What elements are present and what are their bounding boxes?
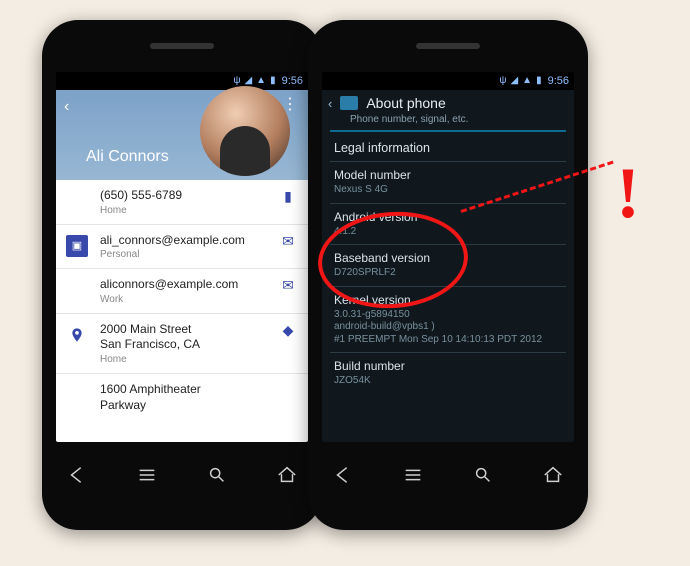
statusbar: ψ ◢ ▲ ▮ 9:56 <box>56 72 308 90</box>
home-button-icon[interactable] <box>539 461 567 489</box>
about-phone-icon <box>340 96 358 110</box>
signal-icon: ◢ <box>244 76 252 86</box>
soft-buttons <box>308 442 588 508</box>
blank-icon <box>66 384 88 406</box>
settings-label: Build number <box>334 359 564 373</box>
settings-panel[interactable]: ‹ About phone Phone number, signal, etc.… <box>322 90 574 442</box>
search-button-icon[interactable] <box>203 461 231 489</box>
settings-item-legal[interactable]: Legal information <box>322 135 574 161</box>
row-secondary: Personal <box>100 249 278 260</box>
usb-icon: ψ <box>233 76 240 86</box>
contact-row-phone[interactable]: (650) 555-6789 Home ▮ <box>56 180 308 224</box>
row-secondary: Home <box>100 354 278 365</box>
battery-icon: ▮ <box>536 76 542 86</box>
settings-header[interactable]: ‹ About phone <box>322 90 574 114</box>
row-primary: ali_connors@example.com <box>100 233 278 249</box>
row-primary-line2: San Francisco, CA <box>100 337 278 353</box>
settings-value: D720SPRLF2 <box>334 267 564 280</box>
settings-value: 4.1.2 <box>334 226 564 239</box>
signal-icon: ◢ <box>510 76 518 86</box>
phone-earpiece-area <box>308 20 588 72</box>
blank-icon <box>66 279 88 301</box>
settings-item-android-version[interactable]: Android version 4.1.2 <box>322 204 574 245</box>
settings-label: Kernel version <box>334 293 564 307</box>
row-primary: 2000 Main Street <box>100 322 278 338</box>
contact-row-address[interactable]: 2000 Main Street San Francisco, CA Home … <box>56 313 308 373</box>
settings-item-kernel[interactable]: Kernel version 3.0.31-g5894150 android-b… <box>322 287 574 353</box>
chevron-left-icon[interactable]: ‹ <box>328 96 332 111</box>
row-primary-line2: Parkway <box>100 398 278 414</box>
settings-label: Android version <box>334 210 564 224</box>
contact-row-email-personal[interactable]: ▣ ali_connors@example.com Personal ✉ <box>56 224 308 269</box>
settings-value: JZO54K <box>334 375 564 388</box>
contact-card-icon: ▣ <box>66 235 88 257</box>
search-button-icon[interactable] <box>469 461 497 489</box>
settings-label: Legal information <box>334 141 564 155</box>
phone-earpiece-area <box>42 20 322 72</box>
phone-icon <box>66 190 88 212</box>
row-secondary: Work <box>100 294 278 305</box>
contact-row-email-work[interactable]: aliconnors@example.com Work ✉ <box>56 268 308 313</box>
home-button-icon[interactable] <box>273 461 301 489</box>
screen-right: ψ ◢ ▲ ▮ 9:56 ‹ About phone Phone number,… <box>322 72 574 442</box>
settings-item-build[interactable]: Build number JZO54K <box>322 353 574 394</box>
row-primary: aliconnors@example.com <box>100 277 278 293</box>
settings-item-baseband[interactable]: Baseband version D720SPRLF2 <box>322 245 574 286</box>
settings-label: Baseband version <box>334 251 564 265</box>
battery-icon: ▮ <box>270 76 276 86</box>
directions-icon[interactable]: ◆ <box>278 322 298 339</box>
soft-buttons <box>42 442 322 508</box>
screen-left: ψ ◢ ▲ ▮ 9:56 ‹ ✎ ⋮ Ali Connors (650) 555… <box>56 72 308 442</box>
sms-icon[interactable]: ▮ <box>278 188 298 205</box>
menu-button-icon[interactable] <box>133 461 161 489</box>
contact-photo <box>200 86 290 176</box>
contact-row-address-2[interactable]: 1600 Amphitheater Parkway <box>56 373 308 421</box>
wifi-icon: ▲ <box>522 76 532 86</box>
settings-subtitle: Phone number, signal, etc. <box>322 114 574 130</box>
row-primary: 1600 Amphitheater <box>100 382 278 398</box>
annotation-exclamation: ! <box>616 152 640 235</box>
back-button-icon[interactable] <box>329 461 357 489</box>
usb-icon: ψ <box>499 76 506 86</box>
settings-label: Model number <box>334 168 564 182</box>
row-primary: (650) 555-6789 <box>100 188 278 204</box>
settings-title: About phone <box>366 95 445 111</box>
menu-button-icon[interactable] <box>399 461 427 489</box>
contact-list[interactable]: (650) 555-6789 Home ▮ ▣ ali_connors@exam… <box>56 180 308 442</box>
row-secondary: Home <box>100 205 278 216</box>
contact-name: Ali Connors <box>86 148 169 166</box>
back-icon[interactable]: ‹ <box>64 98 69 116</box>
settings-item-model[interactable]: Model number Nexus S 4G <box>322 162 574 203</box>
map-pin-icon <box>66 324 88 346</box>
header-divider <box>330 130 566 132</box>
mail-icon[interactable]: ✉ <box>278 277 298 294</box>
back-button-icon[interactable] <box>63 461 91 489</box>
settings-value: Nexus S 4G <box>334 184 564 197</box>
statusbar-clock: 9:56 <box>548 75 569 87</box>
phone-device-right: ψ ◢ ▲ ▮ 9:56 ‹ About phone Phone number,… <box>308 20 588 530</box>
phone-device-left: ψ ◢ ▲ ▮ 9:56 ‹ ✎ ⋮ Ali Connors (650) 555… <box>42 20 322 530</box>
mail-icon[interactable]: ✉ <box>278 233 298 250</box>
settings-value: 3.0.31-g5894150 android-build@vpbs1 ) #1… <box>334 309 564 347</box>
contact-header: ‹ ✎ ⋮ Ali Connors <box>56 90 308 180</box>
wifi-icon: ▲ <box>256 76 266 86</box>
statusbar: ψ ◢ ▲ ▮ 9:56 <box>322 72 574 90</box>
statusbar-clock: 9:56 <box>282 75 303 87</box>
